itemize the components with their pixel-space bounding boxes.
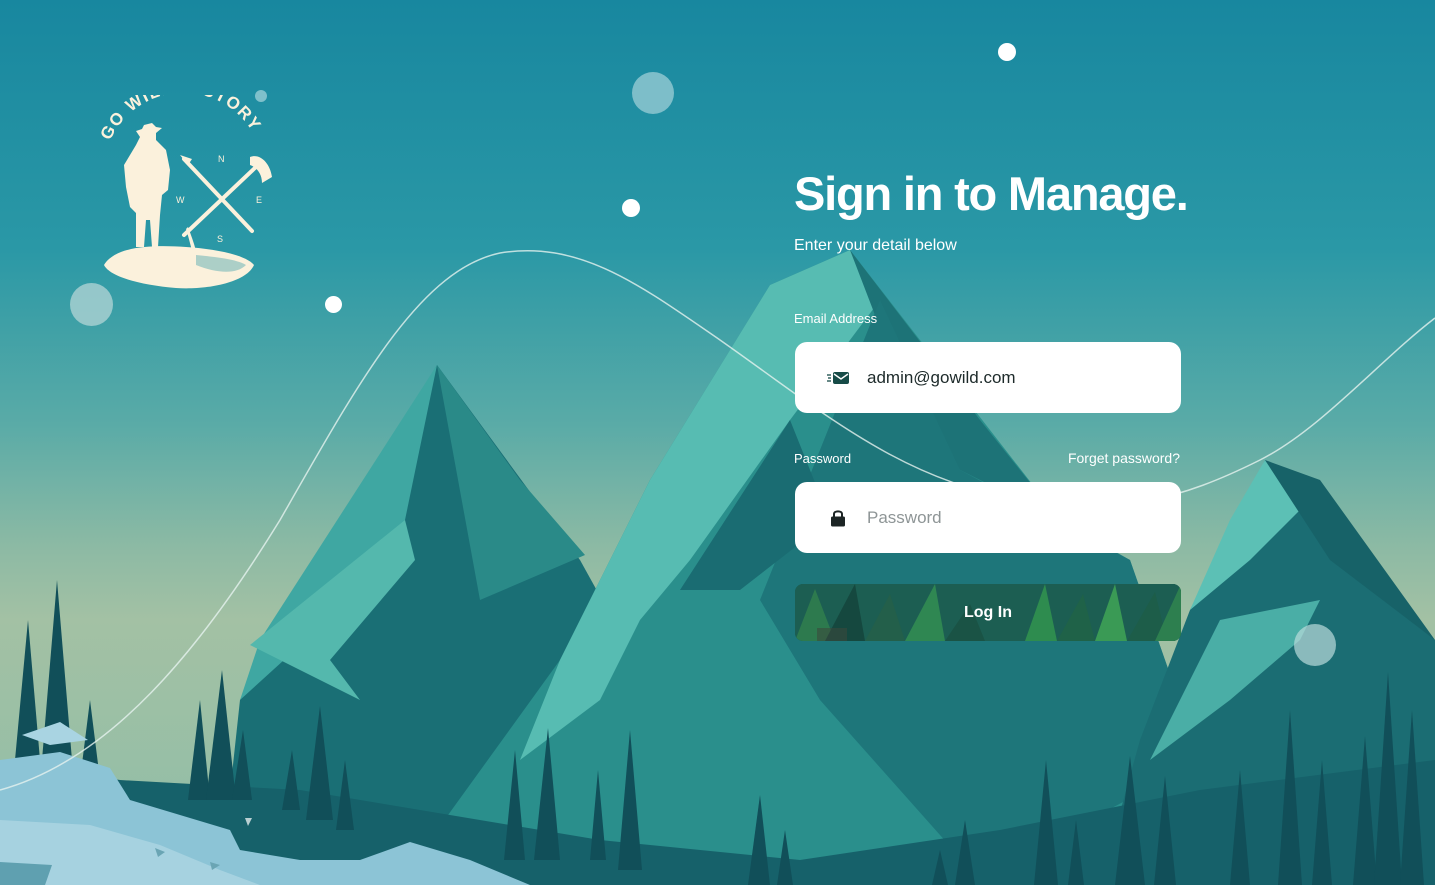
compass-east-label: E [256, 195, 262, 205]
email-input[interactable] [867, 342, 1167, 413]
email-label: Email Address [794, 311, 878, 326]
password-input[interactable] [867, 482, 1167, 553]
decorative-dot [1294, 624, 1336, 666]
mail-icon [827, 372, 849, 384]
lock-icon [831, 510, 845, 527]
login-button-label: Log In [964, 604, 1012, 621]
decorative-dot [622, 199, 640, 217]
password-field[interactable] [795, 482, 1181, 553]
forgot-password-link[interactable]: Forget password? [1068, 450, 1180, 466]
login-form: Sign in to Manage. Enter your detail bel… [794, 165, 1189, 641]
login-button[interactable]: Log In [795, 584, 1181, 641]
password-label: Password [794, 451, 852, 466]
compass-west-label: W [176, 195, 185, 205]
go-wild-history-logo: GO WILD HISTORY N E S W [97, 95, 272, 289]
decorative-dot [998, 43, 1016, 61]
page-title: Sign in to Manage. [794, 167, 1189, 220]
logo-brand-text: GO WILD HISTORY [97, 95, 264, 143]
page-subtitle: Enter your detail below [794, 237, 957, 254]
compass-north-label: N [218, 154, 225, 164]
compass-south-label: S [217, 234, 223, 244]
decorative-dot [325, 296, 342, 313]
login-page: GO WILD HISTORY N E S W Sign in to Manag… [0, 0, 1435, 885]
svg-text:GO WILD HISTORY: GO WILD HISTORY [97, 95, 266, 143]
decorative-dot [632, 72, 674, 114]
email-field[interactable] [795, 342, 1181, 413]
